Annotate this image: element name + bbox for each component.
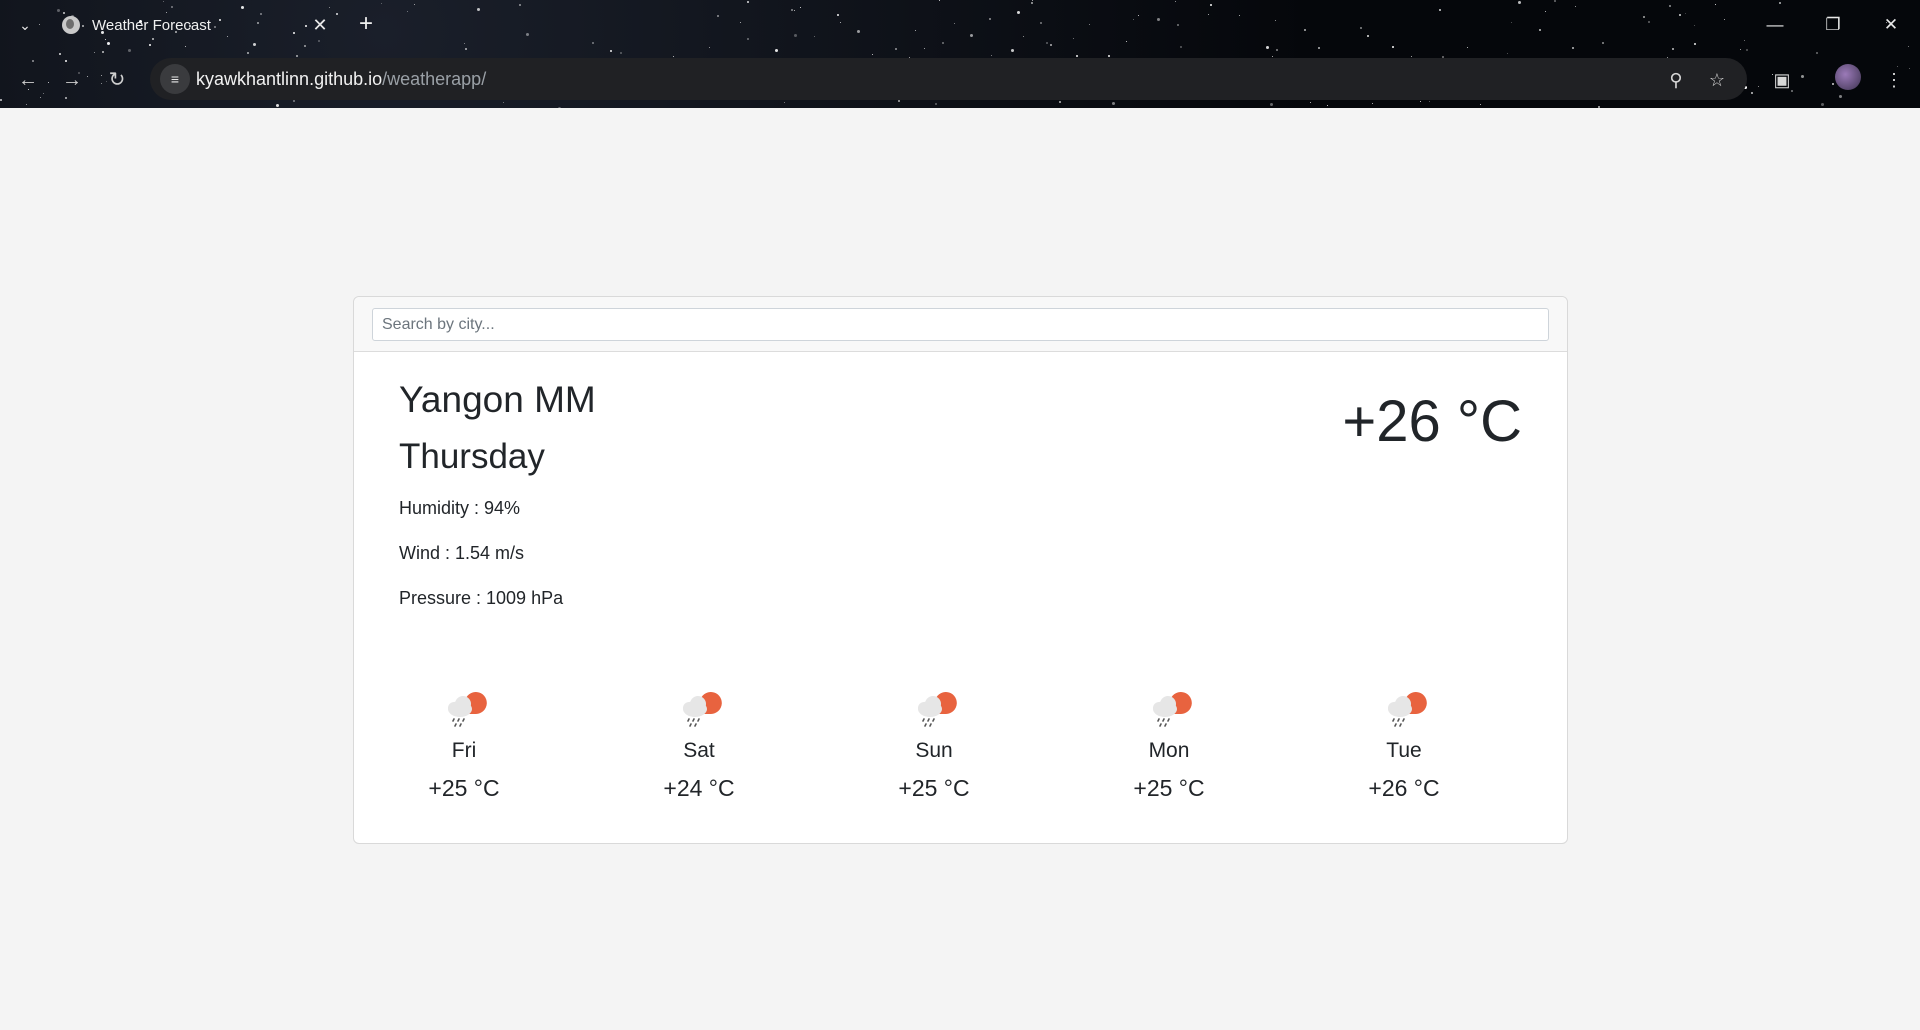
card-header bbox=[354, 297, 1567, 352]
tab-title: Weather Forecast bbox=[92, 16, 211, 34]
forecast-day: Fri bbox=[451, 739, 477, 762]
weather-card: Yangon MM Thursday Humidity : 94% Wind :… bbox=[353, 296, 1568, 844]
forecast-list: Fri +25 °C Sat +24 °C Sun +25 °C Mon +25… bbox=[374, 687, 1549, 817]
current-day: Thursday bbox=[399, 437, 545, 476]
menu-icon[interactable]: ⋮ bbox=[1880, 66, 1908, 94]
url-path: /weatherapp/ bbox=[382, 69, 487, 89]
rain-sun-icon bbox=[1146, 687, 1192, 733]
forecast-item: Fri +25 °C bbox=[374, 687, 554, 802]
forecast-day: Sun bbox=[915, 739, 953, 762]
forecast-temp: +26 °C bbox=[1368, 775, 1440, 801]
rain-sun-icon bbox=[676, 687, 722, 733]
extensions-icon[interactable]: ▣ bbox=[1768, 66, 1796, 94]
rain-sun-icon bbox=[911, 687, 957, 733]
humidity-text: Humidity : 94% bbox=[399, 498, 521, 518]
globe-icon bbox=[62, 16, 80, 34]
minimize-icon[interactable]: — bbox=[1752, 10, 1798, 40]
star-dot bbox=[275, 104, 279, 108]
tab-strip: ⌄ Weather Forecast ✕ + — ❐ ✕ bbox=[0, 0, 1920, 50]
restore-icon[interactable]: ❐ bbox=[1810, 10, 1856, 40]
forecast-day: Mon bbox=[1148, 739, 1190, 762]
star-dot bbox=[247, 51, 250, 54]
forecast-item: Sun +25 °C bbox=[844, 687, 1024, 802]
wind-text: Wind : 1.54 m/s bbox=[399, 543, 525, 563]
reload-icon[interactable]: ↻ bbox=[101, 64, 133, 96]
url-text[interactable]: kyawkhantlinn.github.io/weatherapp/ bbox=[196, 69, 486, 90]
bookmark-star-icon[interactable]: ☆ bbox=[1703, 66, 1731, 94]
browser-toolbar: ← → ↻ ≡ kyawkhantlinn.github.io/weathera… bbox=[0, 56, 1920, 104]
forecast-temp: +25 °C bbox=[1133, 775, 1205, 801]
star-dot bbox=[1598, 105, 1601, 108]
close-tab-icon[interactable]: ✕ bbox=[308, 15, 332, 36]
back-icon[interactable]: ← bbox=[12, 64, 44, 96]
forecast-temp: +25 °C bbox=[428, 775, 500, 801]
star-dot bbox=[101, 51, 104, 54]
forecast-day: Sat bbox=[683, 739, 715, 762]
new-tab-icon[interactable]: + bbox=[352, 11, 380, 39]
forward-icon[interactable]: → bbox=[56, 64, 88, 96]
city-name: Yangon MM bbox=[399, 379, 596, 420]
browser-chrome: ⌄ Weather Forecast ✕ + — ❐ ✕ ← → ↻ ≡ kya… bbox=[0, 0, 1920, 108]
address-bar[interactable]: ≡ kyawkhantlinn.github.io/weatherapp/ ⚲ … bbox=[150, 58, 1747, 100]
star-dot bbox=[1479, 103, 1481, 105]
star-dot bbox=[620, 51, 623, 54]
tab-weather-forecast[interactable]: Weather Forecast ✕ bbox=[50, 6, 340, 44]
star-dot bbox=[872, 53, 874, 55]
forecast-item: Mon +25 °C bbox=[1079, 687, 1259, 802]
zoom-icon[interactable]: ⚲ bbox=[1662, 66, 1690, 94]
site-info-icon[interactable]: ≡ bbox=[160, 64, 190, 94]
star-dot bbox=[94, 51, 96, 53]
city-search-input[interactable] bbox=[372, 308, 1549, 341]
forecast-item: Tue +26 °C bbox=[1314, 687, 1494, 802]
forecast-temp: +25 °C bbox=[898, 775, 970, 801]
star-dot bbox=[1506, 53, 1508, 55]
forecast-temp: +24 °C bbox=[663, 775, 735, 801]
tab-search-icon[interactable]: ⌄ bbox=[12, 12, 38, 38]
star-dot bbox=[1815, 52, 1818, 55]
star-dot bbox=[1327, 104, 1329, 106]
url-domain: kyawkhantlinn.github.io bbox=[196, 69, 383, 89]
rain-sun-icon bbox=[441, 687, 487, 733]
forecast-day: Tue bbox=[1386, 739, 1422, 762]
close-window-icon[interactable]: ✕ bbox=[1868, 10, 1914, 40]
profile-avatar[interactable] bbox=[1835, 64, 1861, 90]
star-dot bbox=[557, 107, 561, 108]
pressure-text: Pressure : 1009 hPa bbox=[399, 588, 564, 608]
forecast-item: Sat +24 °C bbox=[609, 687, 789, 802]
current-temperature: +26 °C bbox=[1342, 389, 1522, 454]
rain-sun-icon bbox=[1381, 687, 1427, 733]
